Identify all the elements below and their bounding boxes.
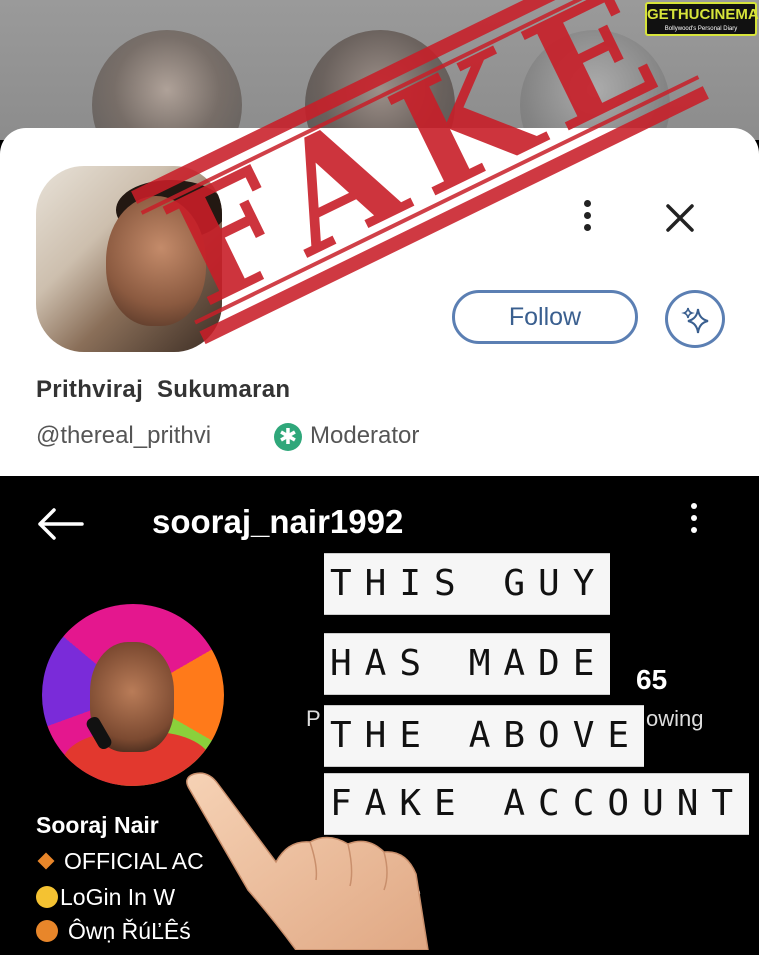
- profile-display-name: Prithviraj Sukumaran: [36, 376, 291, 403]
- smile-emoji-icon: [36, 886, 58, 908]
- bio-line-rules: Ôwṇ ŘúĽÊś: [36, 918, 191, 945]
- instagram-username: sooraj_nair1992: [152, 503, 404, 540]
- bio-name: Sooraj Nair: [36, 812, 159, 838]
- pointing-hand-icon: [178, 770, 438, 951]
- moderator-badge-icon: ✱: [274, 423, 302, 451]
- annotation-line-2: HAS MADE: [324, 633, 610, 695]
- bio-line-login: LoGin In W: [36, 884, 175, 911]
- more-options-icon[interactable]: [578, 200, 596, 240]
- back-arrow-icon[interactable]: [34, 506, 86, 542]
- stat-number[interactable]: 65: [636, 664, 667, 696]
- biohazard-emoji-icon: [36, 920, 58, 942]
- profile-username: @thereal_prithvi: [36, 422, 212, 449]
- instagram-avatar[interactable]: [42, 604, 224, 786]
- moderator-label: Moderator: [310, 422, 420, 449]
- follow-button[interactable]: Follow: [452, 290, 638, 344]
- sparkle-button[interactable]: [665, 290, 725, 348]
- close-icon[interactable]: [662, 200, 698, 236]
- sparkle-icon: [681, 307, 709, 334]
- stat-label-posts: P: [306, 706, 321, 731]
- stat-label-following: owing: [646, 706, 704, 731]
- more-vertical-icon[interactable]: [687, 503, 701, 543]
- annotation-line-1: THIS GUY: [324, 553, 610, 615]
- annotation-line-3: THE ABOVE: [324, 705, 644, 767]
- diamond-icon: [37, 852, 55, 870]
